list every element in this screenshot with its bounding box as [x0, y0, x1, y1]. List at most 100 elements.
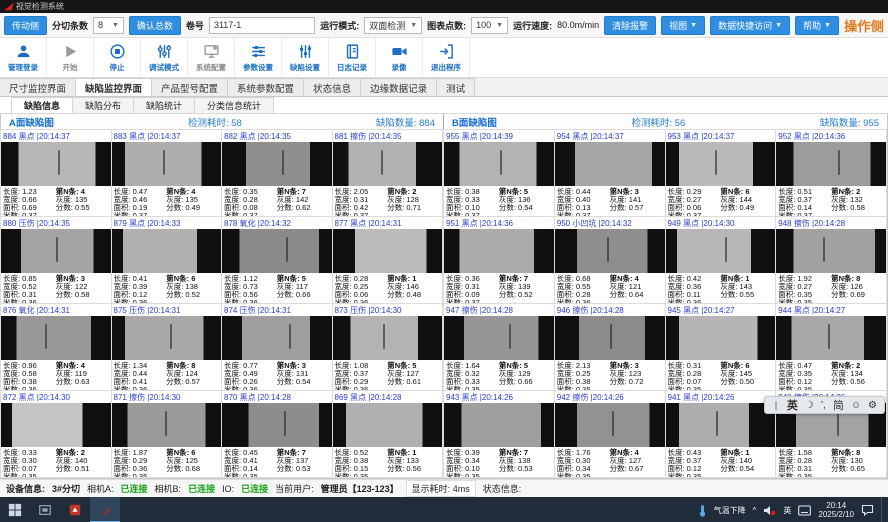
weather-text[interactable]: 气温下降: [714, 505, 746, 516]
toolbar-button-stop[interactable]: 停止: [94, 38, 141, 77]
metric-score: 分数: 0.55: [720, 291, 773, 299]
defect-cell[interactable]: 950 小凹坑 |20:14:32长度: 0.68宽度: 0.55面积: 0.2…: [554, 216, 666, 304]
moon-icon[interactable]: ☽: [805, 400, 814, 411]
defect-cell-title: 942 擦伤 |20:14:26: [555, 391, 665, 403]
tab-分类信息统计[interactable]: 分类信息统计: [194, 97, 274, 113]
defect-cell[interactable]: 873 压伤 |20:14:30长度: 1.08宽度: 0.37面积: 0.29…: [332, 303, 444, 391]
defect-cell[interactable]: 941 黑点 |20:14:26长度: 0.43宽度: 0.37面积: 0.12…: [665, 390, 777, 478]
defect-cell[interactable]: 948 擦伤 |20:14:28长度: 1.92宽度: 0.27面积: 0.35…: [775, 216, 887, 304]
ime-simplified-toggle[interactable]: 简: [833, 397, 844, 413]
defect-mark: [612, 411, 614, 437]
defect-cell[interactable]: 955 黑点 |20:14:39长度: 0.38宽度: 0.33面积: 0.10…: [443, 129, 555, 217]
ime-keyboard-icon[interactable]: [798, 505, 811, 516]
defect-cell[interactable]: 874 压伤 |20:14:31长度: 0.77宽度: 0.49面积: 0.26…: [221, 303, 333, 391]
toolbar-button-play[interactable]: 开始: [47, 38, 94, 77]
confirm-total-button[interactable]: 确认总数: [129, 16, 181, 35]
metric-score: 分数: 0.53: [277, 465, 330, 473]
defect-cell[interactable]: 951 黑点 |20:14:36长度: 0.36宽度: 0.31面积: 0.09…: [443, 216, 555, 304]
metric-score: 分数: 0.50: [720, 378, 773, 386]
defect-cell[interactable]: 871 擦伤 |20:14:30长度: 1.87宽度: 0.29面积: 0.36…: [111, 390, 223, 478]
tab-状态信息[interactable]: 状态信息: [303, 78, 361, 96]
defect-cell[interactable]: 954 黑点 |20:14:37长度: 0.44宽度: 0.40面积: 0.13…: [554, 129, 666, 217]
notification-icon[interactable]: [861, 504, 874, 516]
task-view-button[interactable]: [30, 497, 60, 522]
toolbar-button-sliders-h[interactable]: 参数设置: [235, 38, 282, 77]
defect-cell[interactable]: 878 氧化 |20:14:32长度: 1.12宽度: 0.73面积: 0.56…: [221, 216, 333, 304]
defect-cell[interactable]: 869 黑点 |20:14:28长度: 0.52宽度: 0.38面积: 0.15…: [332, 390, 444, 478]
punctuation-icon[interactable]: ’,: [821, 400, 826, 411]
metric-score: 分数: 0.54: [720, 465, 773, 473]
defect-cell[interactable]: 947 擦伤 |20:14:28长度: 1.64宽度: 0.32面积: 0.33…: [443, 303, 555, 391]
defect-cell[interactable]: 884 黑点 |20:14:37长度: 1.23宽度: 0.66面积: 0.69…: [0, 129, 112, 217]
tab-缺陷分布[interactable]: 缺陷分布: [72, 97, 134, 113]
defect-cell[interactable]: 879 黑点 |20:14:33长度: 0.41宽度: 0.39面积: 0.12…: [111, 216, 223, 304]
toolbar-button-user[interactable]: 管理登录: [0, 38, 47, 77]
operator-side-button[interactable]: 操作侧: [844, 16, 884, 35]
defect-cell[interactable]: 952 黑点 |20:14:36长度: 0.51宽度: 0.37面积: 0.14…: [775, 129, 887, 217]
emoji-icon[interactable]: ☺: [851, 400, 861, 411]
toolbar-button-monitor[interactable]: 系统配置: [188, 38, 235, 77]
defect-cell[interactable]: 943 黑点 |20:14:26长度: 0.39宽度: 0.34面积: 0.10…: [443, 390, 555, 478]
tab-缺陷统计[interactable]: 缺陷统计: [133, 97, 195, 113]
drag-handle-icon[interactable]: ❙: [772, 400, 780, 411]
slit-count-select[interactable]: 8 ▼: [93, 17, 124, 34]
defect-image: [776, 316, 886, 360]
speaker-muted-icon[interactable]: [763, 505, 776, 516]
defect-mark: [282, 150, 284, 176]
defect-cell[interactable]: 882 黑点 |20:14:35长度: 0.35宽度: 0.28面积: 0.08…: [221, 129, 333, 217]
toolbar-button-sliders-v[interactable]: 缺陷设置: [282, 38, 329, 77]
tray-expand-chevron[interactable]: ^: [753, 506, 757, 515]
data-access-menu-button[interactable]: 数据快捷访问▼: [710, 16, 790, 35]
taskbar-app-icon[interactable]: [60, 497, 90, 522]
defect-metrics: 长度: 0.47宽度: 0.35面积: 0.12米数: 0.35第N条: 2灰度…: [776, 360, 886, 391]
gear-icon[interactable]: ⚙: [868, 400, 877, 411]
defect-cell[interactable]: 881 擦伤 |20:14:35长度: 2.05宽度: 0.31面积: 0.42…: [332, 129, 444, 217]
defect-image: [776, 142, 886, 186]
defect-cell[interactable]: 883 黑点 |20:14:37长度: 0.47宽度: 0.46面积: 0.19…: [111, 129, 223, 217]
defect-cell[interactable]: 875 压伤 |20:14:31长度: 1.34宽度: 0.44面积: 0.41…: [111, 303, 223, 391]
start-button[interactable]: [0, 497, 30, 522]
defect-cell[interactable]: 946 擦伤 |20:14:28长度: 2.13宽度: 0.25面积: 0.38…: [554, 303, 666, 391]
view-menu-button[interactable]: 视图▼: [661, 16, 705, 35]
drive-side-button[interactable]: 传动侧: [4, 16, 47, 35]
language-indicator[interactable]: 英: [783, 505, 791, 516]
ime-toolbar[interactable]: ❙ 英 ☽ ’, 简 ☺ ⚙: [764, 396, 885, 414]
defect-cell[interactable]: 872 黑点 |20:14:30长度: 0.33宽度: 0.30面积: 0.07…: [0, 390, 112, 478]
taskbar-active-app-icon[interactable]: [90, 497, 120, 522]
tab-边缘数据记录[interactable]: 边缘数据记录: [360, 78, 437, 96]
defect-cell[interactable]: 945 黑点 |20:14:27长度: 0.31宽度: 0.28面积: 0.07…: [665, 303, 777, 391]
defect-cell-title: 874 压伤 |20:14:31: [222, 304, 332, 316]
defect-cell[interactable]: 877 黑点 |20:14:31长度: 0.28宽度: 0.25面积: 0.06…: [332, 216, 444, 304]
taskbar-clock[interactable]: 20:14 2025/2/10: [818, 501, 854, 519]
tab-系统参数配置[interactable]: 系统参数配置: [227, 78, 304, 96]
toolbar-button-log[interactable]: 日志记录: [329, 38, 376, 77]
defect-cell[interactable]: 944 黑点 |20:14:27长度: 0.47宽度: 0.35面积: 0.12…: [775, 303, 887, 391]
toolbar-button-tune[interactable]: 调试模式: [141, 38, 188, 77]
tab-缺陷信息[interactable]: 缺陷信息: [11, 97, 73, 113]
metric-score: 分数: 0.68: [166, 465, 219, 473]
defect-cell[interactable]: 949 黑点 |20:14:30长度: 0.42宽度: 0.36面积: 0.11…: [665, 216, 777, 304]
tab-尺寸监控界面[interactable]: 尺寸监控界面: [0, 78, 76, 96]
tab-缺陷监控界面[interactable]: 缺陷监控界面: [75, 78, 152, 96]
defect-image: [1, 229, 111, 273]
chart-points-select[interactable]: 100 ▼: [471, 17, 508, 34]
defect-cell[interactable]: 953 黑点 |20:14:37长度: 0.29宽度: 0.27面积: 0.06…: [665, 129, 777, 217]
help-menu-button[interactable]: 帮助▼: [795, 16, 839, 35]
toolbar-button-exit[interactable]: 退出程序: [423, 38, 470, 77]
tab-产品型号配置[interactable]: 产品型号配置: [151, 78, 228, 96]
roll-number-input[interactable]: 3117-1: [209, 17, 315, 34]
defect-cell[interactable]: 942 擦伤 |20:14:26长度: 1.76宽度: 0.30面积: 0.34…: [554, 390, 666, 478]
defect-image: [222, 316, 332, 360]
toolbar-button-label: 停止: [110, 62, 125, 73]
toolbar-button-camera[interactable]: 录像: [376, 38, 423, 77]
show-desktop-button[interactable]: [881, 497, 884, 522]
ime-language-toggle[interactable]: 英: [787, 397, 798, 413]
defect-cell[interactable]: 876 氧化 |20:14:31长度: 0.96宽度: 0.58面积: 0.38…: [0, 303, 112, 391]
defect-image: [444, 403, 554, 447]
tab-测试[interactable]: 测试: [436, 78, 475, 96]
run-mode-select[interactable]: 双面检测 ▼: [364, 17, 422, 34]
clear-alarm-button[interactable]: 清除报警: [604, 16, 656, 35]
defect-cell[interactable]: 870 黑点 |20:14:28长度: 0.45宽度: 0.41面积: 0.14…: [221, 390, 333, 478]
defect-cell[interactable]: 880 压伤 |20:14:35长度: 0.85宽度: 0.52面积: 0.31…: [0, 216, 112, 304]
defect-image: [555, 316, 665, 360]
